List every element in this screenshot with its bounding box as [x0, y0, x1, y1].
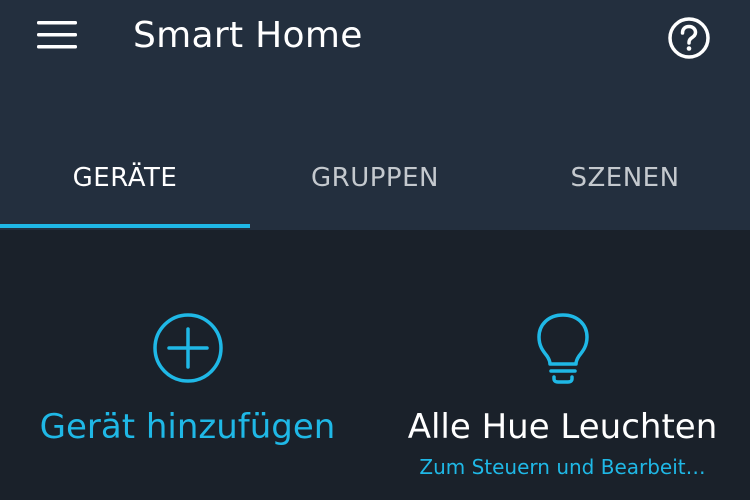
- tab-gruppen[interactable]: GRUPPEN: [250, 140, 500, 230]
- app-header: Smart Home: [0, 0, 750, 140]
- hue-group-label: Alle Hue Leuchten: [407, 407, 718, 447]
- add-device-button[interactable]: Gerät hinzufügen: [0, 230, 375, 500]
- tab-szenen[interactable]: SZENEN: [500, 140, 750, 230]
- hue-group-subtitle: Zum Steuern und Bearbeit…: [419, 455, 706, 479]
- help-circle-icon[interactable]: [667, 16, 711, 60]
- tab-geraete[interactable]: GERÄTE: [0, 140, 250, 230]
- light-bulb-icon: [535, 312, 591, 388]
- hue-lights-group[interactable]: Alle Hue Leuchten Zum Steuern und Bearbe…: [375, 230, 750, 500]
- tab-label: GRUPPEN: [311, 163, 439, 193]
- devices-content: Gerät hinzufügen Alle Hue Leuchten Zum S…: [0, 230, 750, 500]
- plus-circle-icon: [152, 312, 224, 388]
- tab-label: SZENEN: [570, 163, 680, 193]
- tab-label: GERÄTE: [72, 163, 178, 193]
- page-title: Smart Home: [133, 15, 363, 56]
- hamburger-menu-icon[interactable]: [37, 20, 77, 50]
- smart-home-app: Smart Home GERÄTE GRUPPEN SZENEN Gerät h…: [0, 0, 750, 500]
- tab-bar: GERÄTE GRUPPEN SZENEN: [0, 140, 750, 230]
- active-tab-indicator: [0, 224, 250, 228]
- add-device-label: Gerät hinzufügen: [39, 407, 336, 447]
